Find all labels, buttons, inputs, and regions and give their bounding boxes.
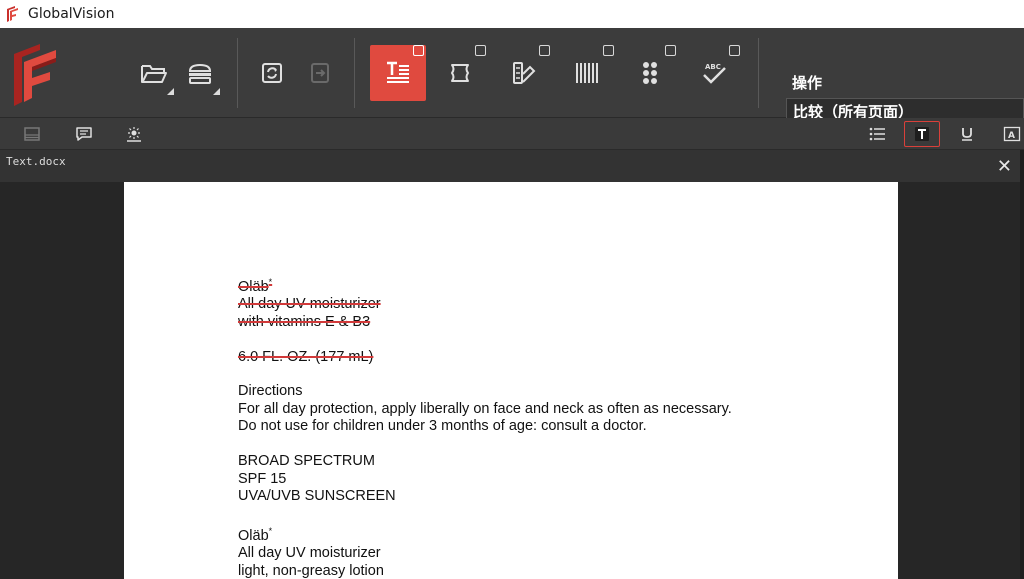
line-text: BROAD SPECTRUM [238,452,375,469]
toolbar-separator [354,38,355,108]
text-format-button[interactable] [904,121,940,147]
checkbox-icon[interactable] [729,45,740,56]
superscript-mark: * [268,277,273,287]
superscript-mark: * [268,525,273,536]
barcode-button[interactable] [560,45,616,101]
operations-label: 操作 [792,74,823,92]
spellcheck-icon: ABC [703,63,726,84]
braille-icon [643,62,657,84]
line-text: Oläb [238,527,269,544]
inspect-icon [127,127,141,142]
text-line: BROAD SPECTRUM [238,453,878,471]
graphics-compare-button[interactable] [432,45,488,101]
document-tab-header: Text.docx ✕ [0,150,1024,182]
document-page[interactable]: Oläb* All day UV moisturizer with vitamins… [124,182,898,579]
line-text: 6.0 FL. OZ. (177 mL) [238,348,374,365]
deleted-text-line: All day UV moisturizer [238,296,878,314]
text-line: Directions [238,383,878,401]
app-logo-icon [7,6,18,22]
text-box-button[interactable]: A [1000,122,1024,146]
paragraph: Oläb* All day UV moisturizer light, non-gr… [238,523,878,579]
toolbar-separator [758,38,759,108]
graphics-compare-icon [451,64,469,82]
checkbox-icon[interactable] [603,45,614,56]
secondary-toolbar: A [0,118,1024,150]
color-compare-icon [513,62,536,84]
text-line: SPF 15 [238,471,878,489]
paragraph: BROAD SPECTRUM SPF 15 UVA/UVB SUNSCREEN [238,453,878,506]
spellcheck-button[interactable]: ABC [686,45,742,101]
svg-text:ABC: ABC [705,63,721,71]
layers-icon [24,127,40,141]
text-line: UVA/UVB SUNSCREEN [238,488,878,506]
list-icon [869,127,885,141]
line-text: UVA/UVB SUNSCREEN [238,488,396,505]
document-file-name: Text.docx [6,155,66,168]
barcode-icon [576,63,598,83]
export-button[interactable] [292,45,348,101]
deleted-paragraph: Oläb* All day UV moisturizer with vitamins… [238,274,878,332]
text-line: For all day protection, apply liberally … [238,401,878,419]
text-box-icon: A [1003,126,1021,142]
document-content: Oläb* All day UV moisturizer with vitamins… [238,274,878,579]
vertical-scrollbar[interactable] [1020,150,1024,579]
line-text: with vitamins E & B3 [238,314,371,331]
app-title: GlobalVision [28,6,115,22]
layers-button[interactable] [20,122,44,146]
refresh-icon [262,63,282,83]
line-text: For all day protection, apply liberally … [238,400,732,417]
underline-button[interactable] [955,122,979,146]
paragraph: Directions For all day protection, apply … [238,383,878,436]
line-text: All day UV moisturizer [238,545,381,562]
deleted-text-line: with vitamins E & B3 [238,314,878,332]
list-button[interactable] [865,122,889,146]
scan-button[interactable] [172,45,228,101]
text-compare-icon [387,61,409,83]
text-line: Oläb* [238,523,878,545]
line-text: All day UV moisturizer [238,296,381,313]
checkbox-icon[interactable] [475,45,486,56]
line-text: SPF 15 [238,470,287,487]
line-text: Oläb [238,278,269,295]
color-compare-button[interactable] [496,45,552,101]
title-bar: GlobalVision [0,0,1024,28]
comment-icon [76,127,92,141]
document-viewer[interactable]: Oläb* All day UV moisturizer with vitamins… [0,182,1024,579]
folder-open-icon [141,65,167,83]
deleted-text-line: Oläb* [238,274,878,296]
scanner-icon [188,63,212,84]
checkbox-icon[interactable] [413,45,424,56]
main-toolbar: ABC 操作 比较（所有页面） [0,28,1024,122]
line-text: Do not use for children under 3 months o… [238,418,647,435]
checkbox-icon[interactable] [665,45,676,56]
underline-icon [962,128,972,141]
braille-button[interactable] [622,45,678,101]
comment-button[interactable] [72,122,96,146]
toolbar-separator [237,38,238,108]
deleted-text-line: 6.0 FL. OZ. (177 mL) [238,349,878,367]
svg-text:A: A [1008,131,1015,141]
close-document-button[interactable]: ✕ [997,156,1012,177]
text-line: Do not use for children under 3 months o… [238,418,878,436]
dropdown-arrow-icon [213,88,220,95]
line-text: Directions [238,383,303,400]
deleted-paragraph: 6.0 FL. OZ. (177 mL) [238,349,878,367]
text-line: light, non-greasy lotion [238,563,878,579]
export-icon [311,63,329,83]
text-compare-button[interactable] [370,45,426,101]
checkbox-icon[interactable] [539,45,550,56]
inspect-button[interactable] [122,122,146,146]
text-line: All day UV moisturizer [238,545,878,563]
globalvision-logo [14,44,56,106]
text-format-icon [915,127,929,141]
line-text: light, non-greasy lotion [238,562,384,579]
